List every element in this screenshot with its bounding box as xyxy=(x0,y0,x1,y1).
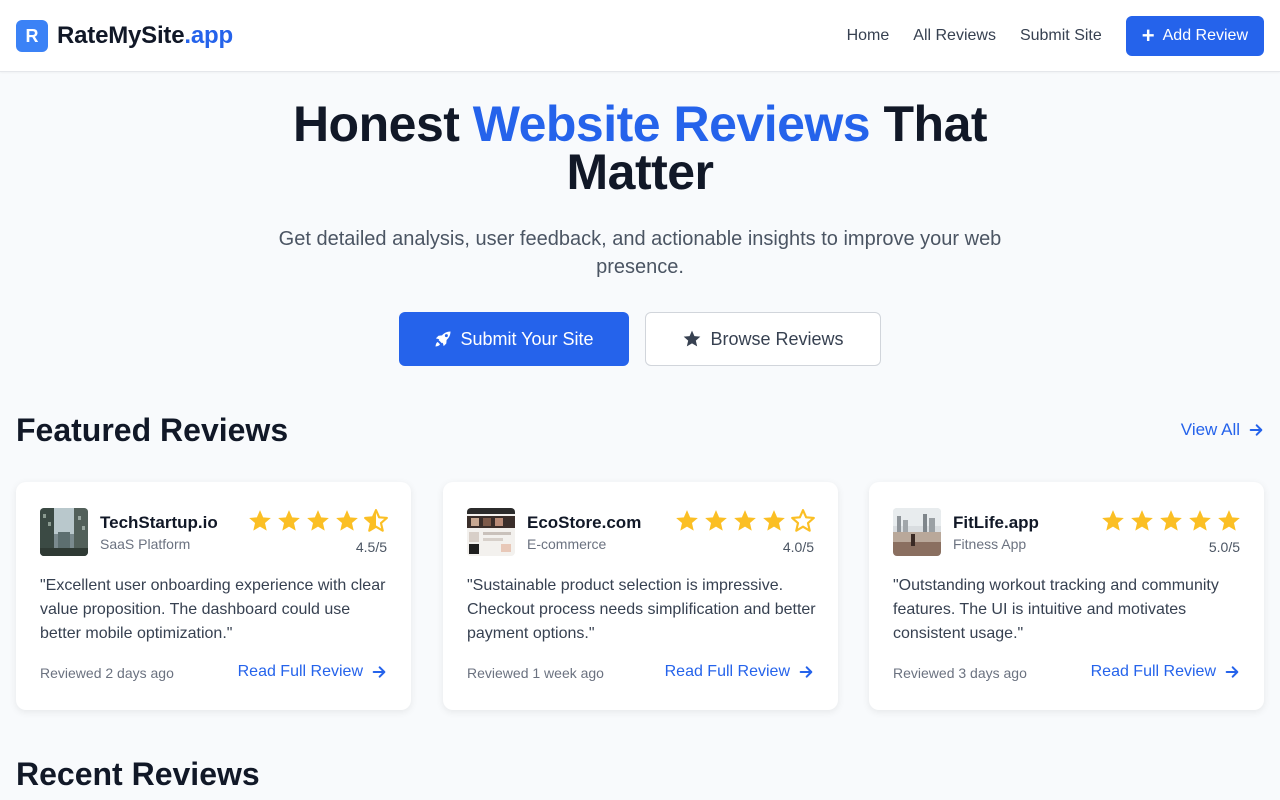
hero-title-part1: Honest xyxy=(292,96,473,152)
arrow-right-icon xyxy=(371,664,387,680)
arrow-right-icon xyxy=(1224,664,1240,680)
site-name[interactable]: FitLife.app xyxy=(953,513,1039,533)
star-full-icon xyxy=(307,510,329,531)
read-full-review-link[interactable]: Read Full Review xyxy=(1091,663,1240,681)
view-all-label: View All xyxy=(1180,420,1240,439)
star-full-icon xyxy=(1189,510,1211,531)
featured-reviews-title: Featured Reviews xyxy=(16,412,289,448)
browse-reviews-button[interactable]: Browse Reviews xyxy=(645,312,881,366)
star-full-icon xyxy=(676,510,698,531)
arrow-right-icon xyxy=(1248,422,1264,438)
review-date: Reviewed 3 days ago xyxy=(893,665,1027,681)
read-full-review-link[interactable]: Read Full Review xyxy=(238,663,387,681)
rocket-icon xyxy=(434,330,452,348)
add-review-button[interactable]: + Add Review xyxy=(1125,16,1264,56)
site-thumbnail xyxy=(40,508,88,556)
star-full-icon xyxy=(1131,510,1153,531)
review-excerpt: "Sustainable product selection is impres… xyxy=(467,577,816,642)
review-card: EcoStore.com E-commerce 4.0/5 "Sustainab… xyxy=(443,482,838,710)
read-full-review-link[interactable]: Read Full Review xyxy=(665,663,814,681)
site-thumbnail xyxy=(467,508,515,556)
review-date: Reviewed 1 week ago xyxy=(467,665,604,681)
submit-your-site-label: Submit Your Site xyxy=(460,328,594,349)
star-full-icon xyxy=(734,510,756,531)
site-thumbnail xyxy=(893,508,941,556)
brand-name: RateMySite.app xyxy=(57,22,233,50)
recent-reviews-title: Recent Reviews xyxy=(16,756,260,792)
star-rating xyxy=(1097,508,1242,534)
browse-reviews-label: Browse Reviews xyxy=(710,328,844,349)
star-full-icon xyxy=(1160,510,1182,531)
nav-all-reviews-link[interactable]: All Reviews xyxy=(913,16,996,56)
site-name[interactable]: EcoStore.com xyxy=(527,513,641,533)
site-category: SaaS Platform xyxy=(100,536,191,552)
arrow-right-icon xyxy=(798,664,814,680)
review-excerpt: "Outstanding workout tracking and commun… xyxy=(893,577,1219,642)
star-full-icon xyxy=(763,510,785,531)
star-full-icon xyxy=(278,510,300,531)
nav-submit-site-link[interactable]: Submit Site xyxy=(1020,16,1102,56)
view-all-link[interactable]: View All xyxy=(1181,420,1264,440)
review-card: FitLife.app Fitness App 5.0/5 "Outstandi… xyxy=(869,482,1264,710)
brand-logo[interactable]: R RateMySite.app xyxy=(16,20,233,52)
star-full-icon xyxy=(336,510,358,531)
plus-icon: + xyxy=(1141,23,1155,48)
logo-badge: R xyxy=(16,20,48,52)
star-full-icon xyxy=(705,510,727,531)
star-icon xyxy=(682,329,702,349)
star-half-icon xyxy=(364,509,388,532)
submit-your-site-button[interactable]: Submit Your Site xyxy=(399,312,629,366)
rating-value: 4.0/5 xyxy=(782,539,814,555)
review-date: Reviewed 2 days ago xyxy=(40,665,174,681)
star-full-icon xyxy=(1218,510,1240,531)
brand-name-main: RateMySite xyxy=(57,22,185,49)
nav-home-link[interactable]: Home xyxy=(847,16,890,56)
rating-value: 4.5/5 xyxy=(355,539,387,555)
brand-name-suffix: .app xyxy=(184,22,233,49)
star-full-icon xyxy=(249,510,271,531)
main-nav: Home All Reviews Submit Site + Add Revie… xyxy=(847,16,1264,56)
star-empty-icon xyxy=(791,509,815,532)
top-navbar: R RateMySite.app Home All Reviews Submit… xyxy=(0,0,1280,72)
review-card: TechStartup.io SaaS Platform 4.5/5 "Exce… xyxy=(16,482,411,710)
site-category: Fitness App xyxy=(953,536,1027,552)
add-review-label: Add Review xyxy=(1162,27,1248,44)
read-full-review-label: Read Full Review xyxy=(237,663,363,680)
hero-title: Honest Website Reviews That Matter xyxy=(240,99,1040,197)
site-category: E-commerce xyxy=(527,536,607,552)
site-name[interactable]: TechStartup.io xyxy=(100,513,218,533)
star-rating xyxy=(244,508,389,534)
rating-value: 5.0/5 xyxy=(1208,539,1240,555)
review-excerpt: "Excellent user onboarding experience wi… xyxy=(40,577,386,642)
read-full-review-label: Read Full Review xyxy=(664,663,790,680)
read-full-review-label: Read Full Review xyxy=(1090,663,1216,680)
star-full-icon xyxy=(1102,510,1124,531)
hero-subtitle: Get detailed analysis, user feedback, an… xyxy=(278,228,1002,278)
star-rating xyxy=(671,508,816,534)
